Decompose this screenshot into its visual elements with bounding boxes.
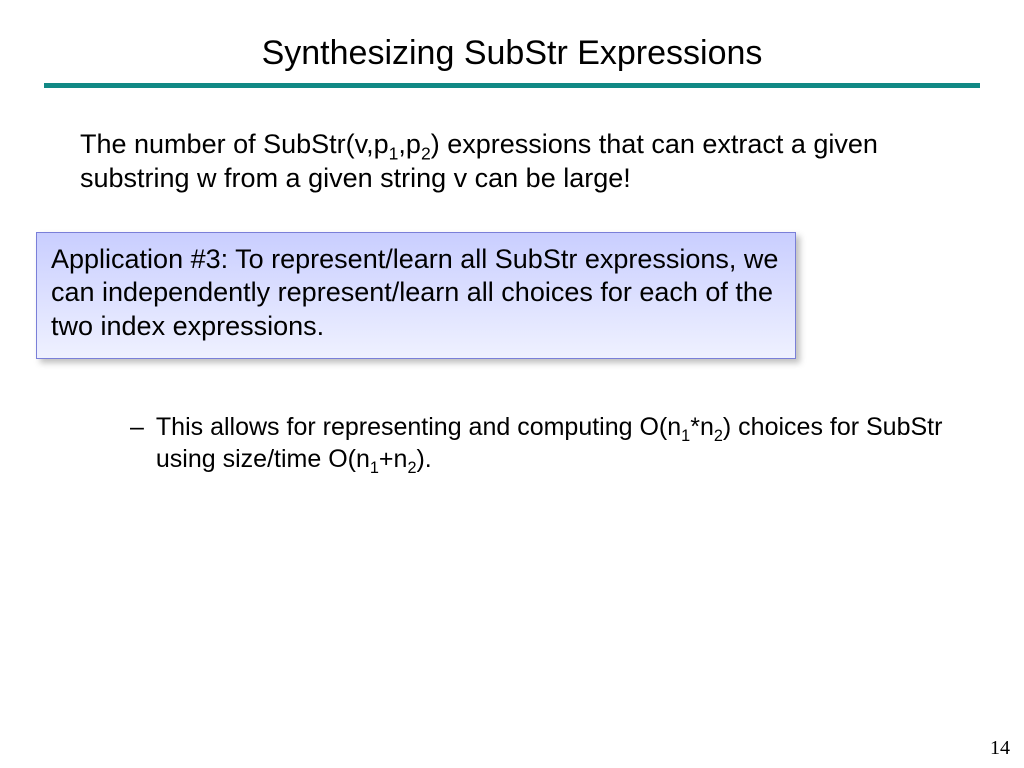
- subscript-n1b: 1: [370, 459, 379, 477]
- subscript-n2: 2: [714, 427, 723, 445]
- bullet-text: This allows for representing and computi…: [156, 411, 964, 476]
- bullet-dash: –: [130, 411, 144, 444]
- bullet-text-part: ).: [416, 445, 431, 473]
- bullet-text-part: +n: [379, 445, 408, 473]
- intro-paragraph: The number of SubStr(v,p1,p2) expression…: [80, 128, 938, 196]
- para-text: The number of SubStr(v,p: [80, 129, 389, 159]
- title-rule: [44, 83, 980, 88]
- subscript-n1: 1: [681, 427, 690, 445]
- bullet-text-part: This allows for representing and computi…: [156, 413, 681, 441]
- slide-title: Synthesizing SubStr Expressions: [0, 0, 1024, 83]
- para-text: ,p: [398, 129, 421, 159]
- bullet-text-part: *n: [690, 413, 714, 441]
- page-number: 14: [990, 737, 1010, 760]
- subscript-1: 1: [389, 143, 399, 163]
- slide: Synthesizing SubStr Expressions The numb…: [0, 0, 1024, 768]
- application-callout: Application #3: To represent/learn all S…: [36, 232, 796, 359]
- bullet-item: – This allows for representing and compu…: [130, 411, 964, 476]
- subscript-2: 2: [421, 143, 431, 163]
